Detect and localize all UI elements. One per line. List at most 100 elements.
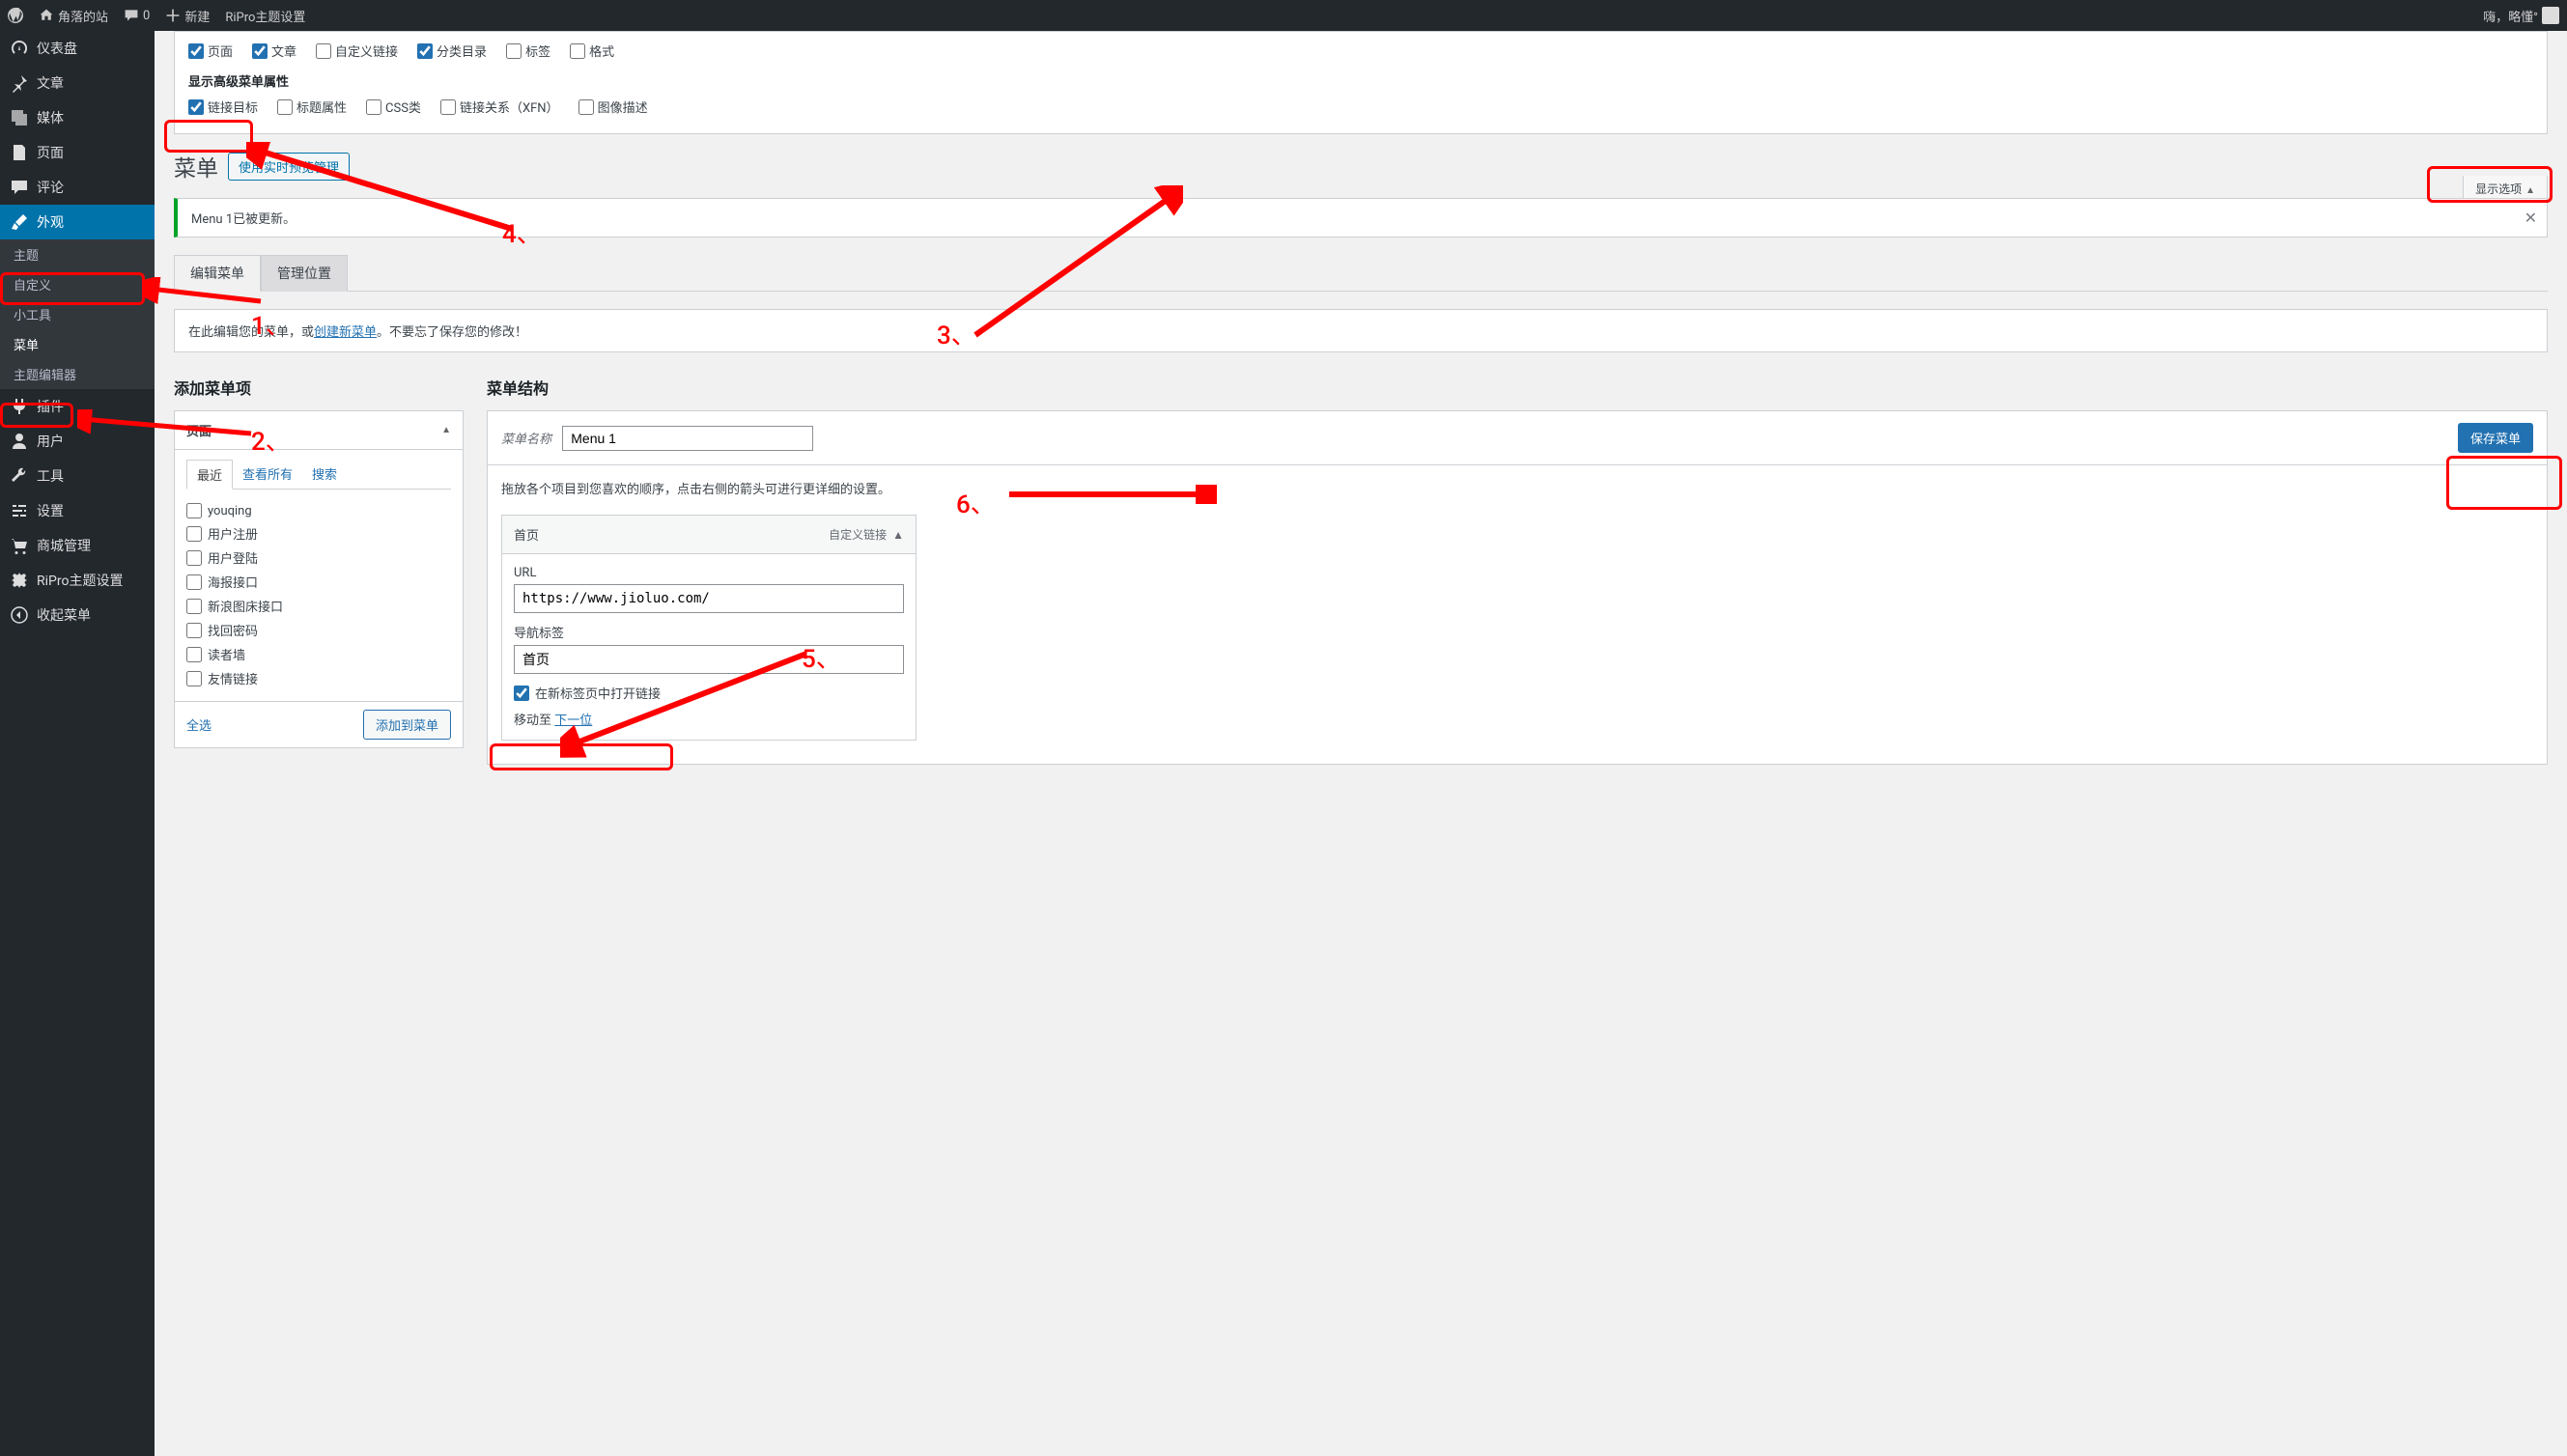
site-home-link[interactable]: 角落的站: [39, 7, 108, 25]
sidebar-item-tools[interactable]: 工具: [0, 459, 155, 493]
avatar-icon: [2542, 7, 2559, 24]
page-icon: [10, 143, 29, 162]
menu-name-input[interactable]: [562, 426, 813, 451]
sidebar-item-plugins[interactable]: 插件: [0, 389, 155, 424]
url-label: URL: [514, 566, 904, 580]
sidebar-item-posts[interactable]: 文章: [0, 66, 155, 100]
so-tag[interactable]: 标签: [506, 42, 550, 60]
comments-link[interactable]: 0: [124, 8, 150, 23]
tab-manage-locations[interactable]: 管理位置: [261, 255, 348, 292]
pin-icon: [10, 73, 29, 93]
tab-edit-menu[interactable]: 编辑菜单: [174, 255, 261, 292]
url-input[interactable]: [514, 584, 904, 613]
list-item[interactable]: 新浪图床接口: [186, 597, 451, 615]
submenu-menus[interactable]: 菜单: [0, 329, 155, 359]
list-item[interactable]: youqing: [186, 503, 451, 518]
select-all-link[interactable]: 全选: [186, 715, 212, 734]
plugin-icon: [10, 397, 29, 416]
menu-structure-heading: 菜单结构: [487, 376, 2548, 399]
theme-settings-link[interactable]: RiPro主题设置: [225, 7, 305, 25]
brush-icon: [10, 212, 29, 232]
sidebar-item-settings[interactable]: 设置: [0, 493, 155, 528]
so-image-desc[interactable]: 图像描述: [578, 98, 648, 116]
new-content-link[interactable]: 新建: [165, 7, 210, 25]
triangle-up-icon: ▲: [892, 528, 904, 542]
move-next-link[interactable]: 下一位: [554, 714, 592, 728]
sidebar-item-pages[interactable]: 页面: [0, 135, 155, 170]
so-title-attr[interactable]: 标题属性: [277, 98, 347, 116]
sidebar-item-users[interactable]: 用户: [0, 424, 155, 459]
add-to-menu-button[interactable]: 添加到菜单: [363, 710, 451, 740]
so-custom-link[interactable]: 自定义链接: [316, 42, 398, 60]
comment-count: 0: [143, 9, 150, 23]
so-css-class[interactable]: CSS类: [366, 98, 421, 116]
menu-item: 首页 自定义链接▲ URL 导航标签: [501, 515, 917, 741]
nav-label: 导航标签: [514, 623, 904, 641]
sidebar-item-collapse[interactable]: 收起菜单: [0, 598, 155, 632]
list-item[interactable]: 用户登陆: [186, 548, 451, 567]
so-format[interactable]: 格式: [570, 42, 614, 60]
admin-sidebar: 仪表盘 文章 媒体 页面 评论 外观 主题 自定义 小工具 菜单 主题编辑器 插…: [0, 31, 155, 1456]
new-label: 新建: [184, 7, 210, 25]
sidebar-item-comments[interactable]: 评论: [0, 170, 155, 205]
so-link-target[interactable]: 链接目标: [188, 98, 258, 116]
so-category[interactable]: 分类目录: [417, 42, 487, 60]
open-new-tab-checkbox[interactable]: 在新标签页中打开链接: [514, 684, 904, 702]
pages-postbox-toggle[interactable]: 页面 ▲: [175, 411, 463, 450]
success-notice: Menu 1已被更新。 ✕: [174, 198, 2548, 238]
list-item[interactable]: 友情链接: [186, 669, 451, 687]
so-advanced-heading: 显示高级菜单属性: [188, 71, 2533, 90]
dismiss-notice-button[interactable]: ✕: [2525, 209, 2537, 227]
submenu-widgets[interactable]: 小工具: [0, 299, 155, 329]
so-post[interactable]: 文章: [252, 42, 296, 60]
list-item[interactable]: 读者墙: [186, 645, 451, 663]
list-item[interactable]: 海报接口: [186, 573, 451, 591]
media-icon: [10, 108, 29, 127]
submenu-customize[interactable]: 自定义: [0, 269, 155, 299]
nav-label-input[interactable]: [514, 645, 904, 674]
page-check-list: youqing 用户注册 用户登陆 海报接口 新浪图床接口 找回密码 读者墙 友…: [186, 499, 451, 691]
list-item[interactable]: 用户注册: [186, 524, 451, 543]
help-text: 在此编辑您的菜单，或创建新菜单。不要忘了保存您的修改！: [174, 309, 2548, 352]
sidebar-item-media[interactable]: 媒体: [0, 100, 155, 135]
sidebar-item-dashboard[interactable]: 仪表盘: [0, 31, 155, 66]
wrench-icon: [10, 466, 29, 486]
notice-text: Menu 1已被更新。: [191, 212, 296, 227]
plus-icon: [165, 8, 181, 23]
menu-name-label: 菜单名称: [501, 433, 551, 447]
user-greeting[interactable]: 嗨，略懂°: [2483, 7, 2559, 25]
inner-tab-search[interactable]: 搜索: [302, 460, 347, 489]
site-name: 角落的站: [58, 7, 108, 25]
triangle-up-icon: ▲: [2525, 185, 2535, 196]
wp-logo[interactable]: [8, 8, 23, 23]
sidebar-item-ripro[interactable]: RiPro主题设置: [0, 563, 155, 598]
wordpress-icon: [8, 8, 23, 23]
appearance-submenu: 主题 自定义 小工具 菜单 主题编辑器: [0, 239, 155, 389]
save-menu-button[interactable]: 保存菜单: [2458, 423, 2533, 453]
list-item[interactable]: 找回密码: [186, 621, 451, 639]
page-title: 菜单 使用实时预览管理: [174, 150, 2548, 182]
menu-item-toggle[interactable]: 首页 自定义链接▲: [502, 516, 916, 554]
inner-tab-all[interactable]: 查看所有: [233, 460, 302, 489]
live-preview-button[interactable]: 使用实时预览管理: [228, 153, 350, 181]
nav-tabs: 编辑菜单 管理位置: [174, 255, 2548, 292]
admin-bar: 角落的站 0 新建 RiPro主题设置 嗨，略懂°: [0, 0, 2567, 31]
pages-postbox: 页面 ▲ 最近 查看所有 搜索 youqing 用户注册 用户登陆: [174, 410, 464, 748]
main-content: 页面 文章 自定义链接 分类目录 标签 格式 显示高级菜单属性 链接目标 标题属…: [155, 31, 2567, 1456]
menu-item-title: 首页: [514, 525, 539, 544]
sidebar-item-appearance[interactable]: 外观: [0, 205, 155, 239]
create-menu-link[interactable]: 创建新菜单: [314, 325, 377, 340]
cart-icon: [10, 536, 29, 555]
so-xfn[interactable]: 链接关系（XFN）: [440, 98, 559, 116]
menu-edit-panel: 菜单名称 保存菜单 拖放各个项目到您喜欢的顺序，点击右侧的箭头可进行更详细的设置…: [487, 410, 2548, 765]
screen-options-panel: 页面 文章 自定义链接 分类目录 标签 格式 显示高级菜单属性 链接目标 标题属…: [174, 31, 2548, 134]
collapse-icon: [10, 605, 29, 625]
submenu-theme-editor[interactable]: 主题编辑器: [0, 359, 155, 389]
comment-icon: [10, 178, 29, 197]
sidebar-item-mall[interactable]: 商城管理: [0, 528, 155, 563]
user-icon: [10, 432, 29, 451]
sliders-icon: [10, 501, 29, 520]
inner-tab-recent[interactable]: 最近: [186, 460, 233, 490]
submenu-themes[interactable]: 主题: [0, 239, 155, 269]
so-page[interactable]: 页面: [188, 42, 233, 60]
